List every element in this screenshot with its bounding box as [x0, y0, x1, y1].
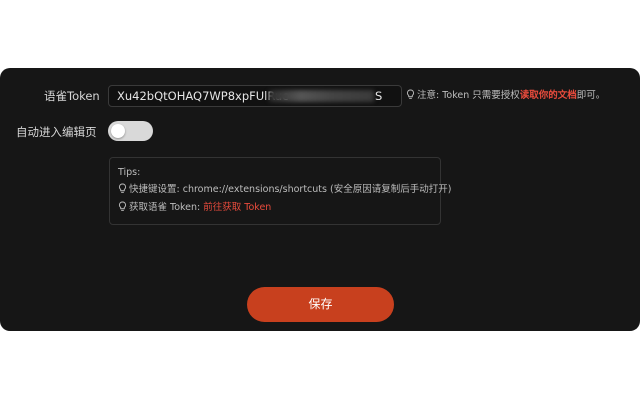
read-docs-link[interactable]: 读取你的文档 — [520, 90, 577, 101]
save-button[interactable]: 保存 — [247, 287, 394, 322]
tips-title: Tips: — [118, 167, 141, 178]
token-note-suffix: 即可。 — [576, 90, 606, 101]
token-note: 注意: Token 只需要授权读取你的文档即可。 — [406, 88, 605, 104]
tips-shortcut: 快捷键设置: chrome://extensions/shortcuts (安全… — [118, 183, 451, 197]
toggle-knob — [111, 124, 125, 138]
token-redaction — [269, 90, 374, 102]
lightbulb-icon — [119, 201, 126, 211]
tips-get-token-prefix: 获取语雀 Token: — [129, 202, 204, 213]
lightbulb-icon — [407, 89, 414, 99]
lightbulb-icon — [119, 183, 126, 193]
auto-edit-toggle[interactable] — [108, 121, 153, 141]
tips-shortcut-text: 快捷键设置: chrome://extensions/shortcuts (安全… — [129, 184, 452, 195]
token-value: Xu42bQtOHAQ7WP8xpFUlRuc — [117, 89, 289, 103]
token-input[interactable]: Xu42bQtOHAQ7WP8xpFUlRuc S — [108, 85, 402, 107]
tips-get-token: 获取语雀 Token: 前往获取 Token — [118, 201, 271, 215]
token-note-prefix: 注意: Token 只需要授权 — [417, 90, 520, 101]
get-token-link[interactable]: 前往获取 Token — [203, 202, 271, 213]
token-value-tail: S — [375, 89, 383, 103]
auto-edit-label: 自动进入编辑页 — [16, 125, 97, 139]
tips-box: Tips: 快捷键设置: chrome://extensions/shortcu… — [109, 157, 451, 225]
token-label: 语雀Token — [44, 89, 100, 103]
settings-panel: 语雀Token Xu42bQtOHAQ7WP8xpFUlRuc S 注意: To… — [0, 68, 640, 331]
